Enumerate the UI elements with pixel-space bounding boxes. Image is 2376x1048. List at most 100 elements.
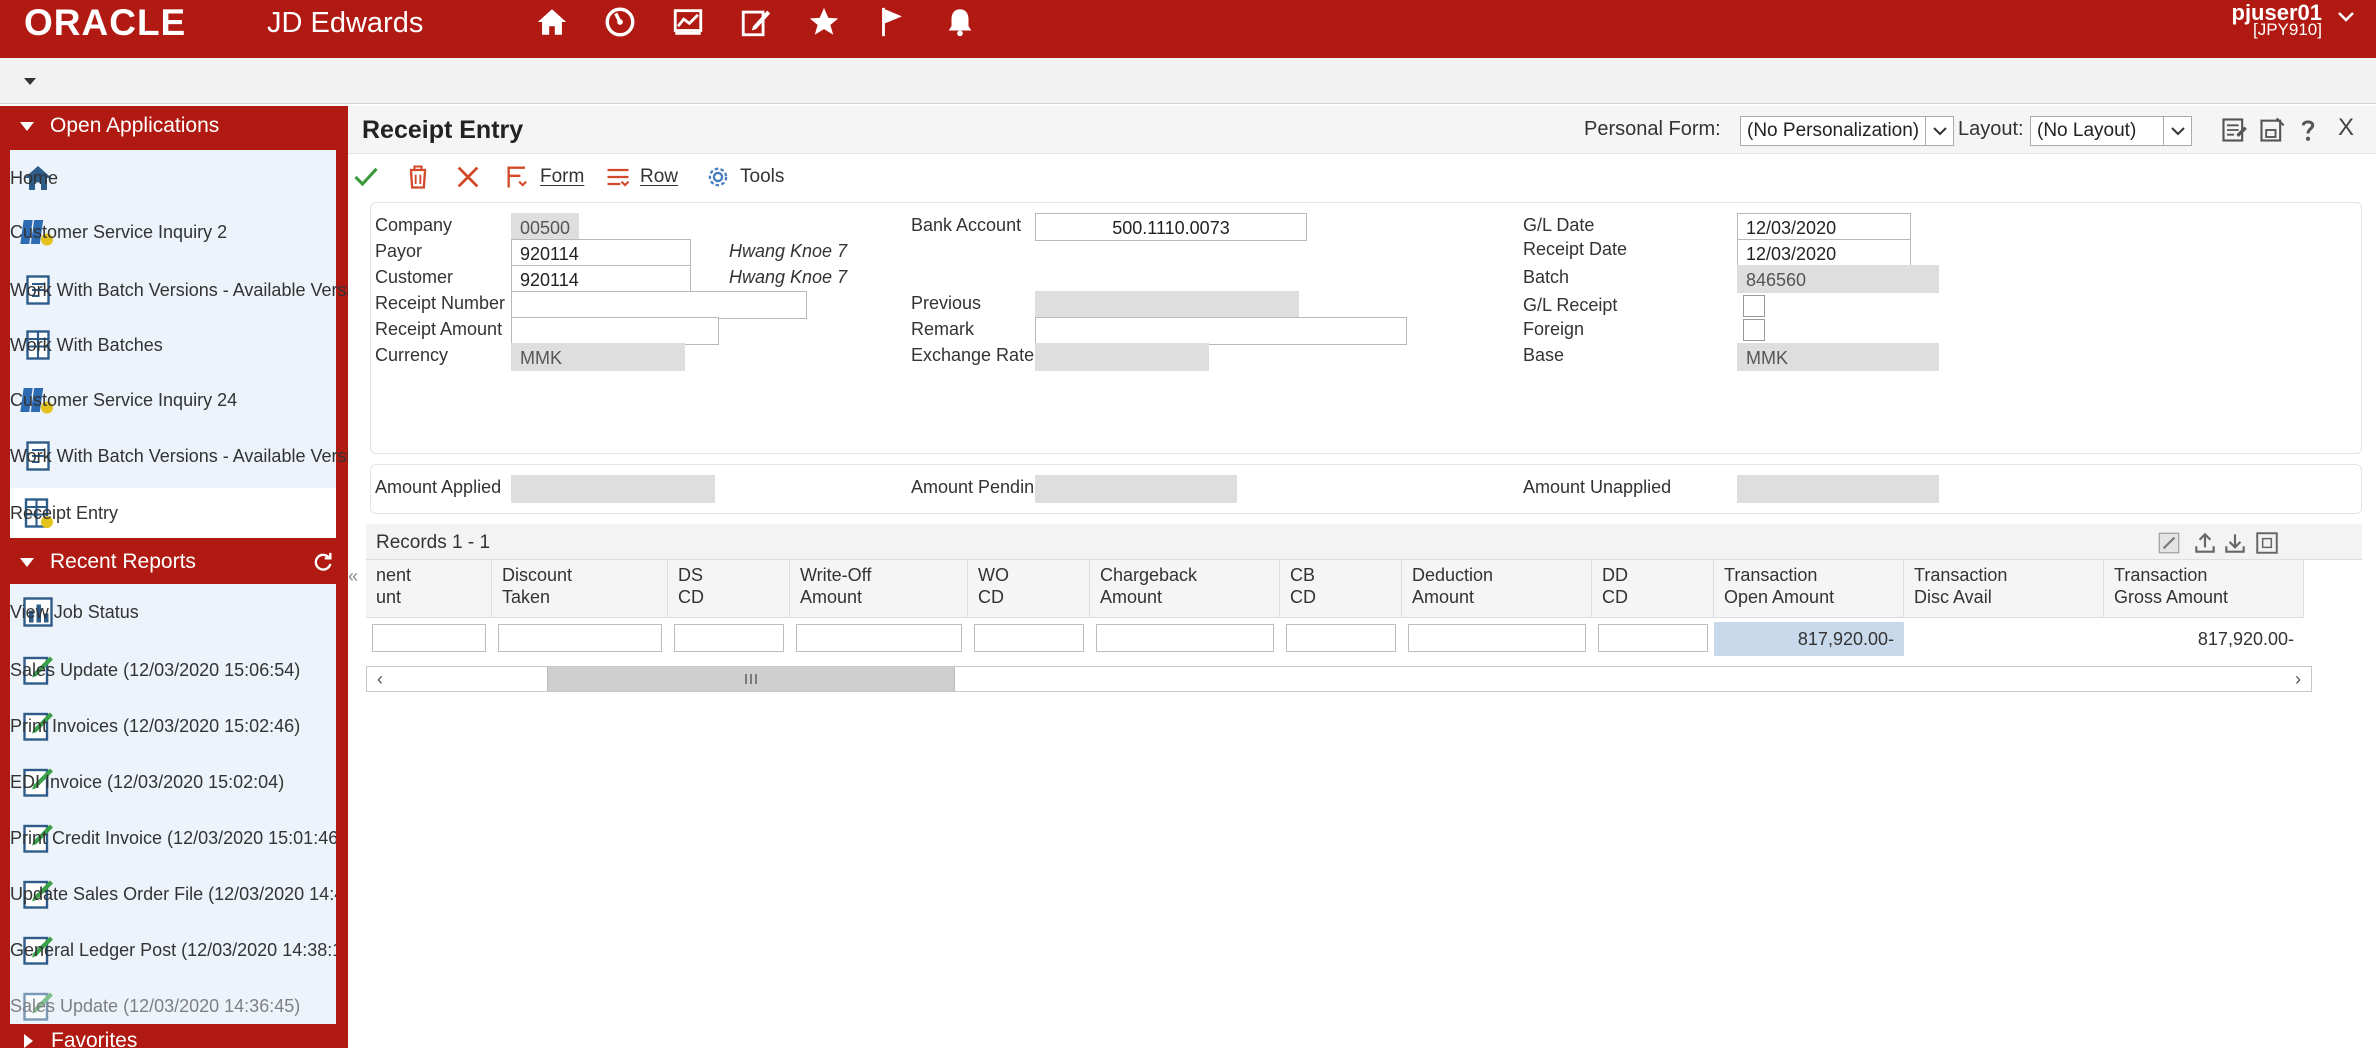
flag-icon[interactable] [858, 0, 926, 44]
star-icon[interactable] [790, 0, 858, 44]
column-header[interactable]: WO CD [968, 560, 1090, 618]
chart-icon[interactable] [654, 0, 722, 44]
home-icon[interactable] [518, 0, 586, 44]
grid-cell-deduction-amount[interactable] [1402, 622, 1592, 654]
column-header[interactable]: Write-Off Amount [790, 560, 968, 618]
column-header[interactable]: Transaction Open Amount [1714, 560, 1904, 618]
grid-personalize-icon[interactable] [2156, 530, 2182, 556]
recent-report-update-sales-order-file[interactable]: Update Sales Order File (12/03/2020 14:4… [10, 868, 336, 920]
save-form-icon[interactable] [2258, 116, 2286, 144]
foreign-checkbox[interactable] [1743, 319, 1765, 341]
recent-report-edi-invoice[interactable]: EDI Invoice (12/03/2020 15:02:04) [10, 756, 336, 808]
grid-cell-input[interactable] [974, 624, 1084, 652]
grid-cell-ds-cd[interactable] [668, 622, 790, 654]
column-header-line1: DD [1602, 565, 1628, 585]
column-header[interactable]: Transaction Disc Avail [1904, 560, 2104, 618]
grid-cell-input[interactable] [1598, 624, 1708, 652]
gl-date-field[interactable]: 12/03/2020 [1737, 213, 1911, 241]
grid-cell-input[interactable] [1408, 624, 1586, 652]
grid-cell-input[interactable] [1286, 624, 1396, 652]
column-header-line1: Transaction [1724, 565, 1818, 585]
customer-field[interactable]: 920114 [511, 265, 691, 293]
grid-cell-payment-amount[interactable] [366, 622, 492, 654]
recent-report-print-credit-invoice[interactable]: Print Credit Invoice (12/03/2020 15:01:4… [10, 812, 336, 864]
grid-cell-input[interactable] [796, 624, 962, 652]
checkmark-icon [354, 167, 378, 187]
grid-cell-write-off-amount[interactable] [790, 622, 968, 654]
scroll-left-icon[interactable]: ‹ [367, 667, 393, 691]
receipt-number-field[interactable] [511, 291, 807, 319]
bank-account-field[interactable]: 500.1110.0073 [1035, 213, 1307, 241]
bell-icon[interactable] [926, 0, 994, 44]
delete-button[interactable] [404, 162, 440, 192]
personal-form-select[interactable]: (No Personalization) [1740, 116, 1954, 146]
grid-cell-transaction-open-amount[interactable]: 817,920.00- [1714, 622, 1904, 656]
receipt-date-field[interactable]: 12/03/2020 [1737, 239, 1911, 267]
recent-report-label: General Ledger Post (12/03/2020 14:38:18… [10, 940, 336, 960]
receipt-amount-field[interactable] [511, 317, 719, 345]
row-menu[interactable]: Row [604, 162, 678, 192]
chevron-down-icon [1925, 117, 1953, 145]
grid-cell-dd-cd[interactable] [1592, 622, 1714, 654]
recent-report-view-job-status[interactable]: View Job Status [10, 590, 336, 634]
close-button[interactable]: X [2338, 114, 2354, 142]
download-icon[interactable] [2222, 530, 2248, 556]
open-app-work-with-batch-versions-28[interactable]: Work With Batch Versions - Available Ver… [10, 428, 405, 484]
recent-report-sales-update[interactable]: Sales Update (12/03/2020 15:06:54) [10, 644, 336, 696]
refresh-icon[interactable] [312, 551, 334, 573]
column-header[interactable]: Chargeback Amount [1090, 560, 1280, 618]
list-view-icon[interactable] [2220, 116, 2248, 144]
grid-cell-cb-cd[interactable] [1280, 622, 1402, 654]
ok-button[interactable] [352, 162, 388, 192]
column-header[interactable]: nent unt [366, 560, 492, 618]
amount-unapplied-field [1737, 475, 1939, 503]
upload-icon[interactable] [2192, 530, 2218, 556]
open-applications-header[interactable]: Open Applications [0, 106, 348, 146]
open-app-customer-service-inquiry-2[interactable]: Customer Service Inquiry 2 [10, 208, 336, 256]
horizontal-scrollbar[interactable]: ‹ › [366, 666, 2312, 692]
column-header[interactable]: DS CD [668, 560, 790, 618]
recent-report-sales-update-2[interactable]: Sales Update (12/03/2020 14:36:45) [10, 980, 336, 1024]
open-app-work-with-batch-versions-21[interactable]: Work With Batch Versions - Available Ver… [10, 262, 405, 318]
grid-cell-input[interactable] [674, 624, 784, 652]
expand-triangle-icon [24, 1034, 33, 1048]
collapse-triangle-icon [20, 557, 34, 567]
cancel-button[interactable] [454, 162, 490, 192]
collapse-panel-icon[interactable]: « [348, 566, 360, 626]
dashboard-icon[interactable] [586, 0, 654, 44]
grid-cell-discount-taken[interactable] [492, 622, 668, 654]
open-app-receipt-entry[interactable]: Receipt Entry [10, 488, 336, 538]
column-header[interactable]: Transaction Gross Amount [2104, 560, 2304, 618]
scrollbar-thumb[interactable] [547, 667, 955, 691]
recent-reports-header[interactable]: Recent Reports [0, 542, 348, 582]
layout-select[interactable]: (No Layout) [2030, 116, 2192, 146]
grid-cell-input[interactable] [372, 624, 486, 652]
column-header[interactable]: Deduction Amount [1402, 560, 1592, 618]
column-header[interactable]: Discount Taken [492, 560, 668, 618]
open-app-home[interactable]: Home [10, 158, 336, 198]
exchange-rate-label: Exchange Rate [911, 345, 1035, 365]
grid-cell-chargeback-amount[interactable] [1090, 622, 1280, 654]
grid-cell-input[interactable] [498, 624, 662, 652]
recent-report-general-ledger-post[interactable]: General Ledger Post (12/03/2020 14:38:18… [10, 924, 336, 976]
edit-icon[interactable] [722, 0, 790, 44]
amount-applied-label: Amount Applied [375, 477, 502, 497]
help-icon[interactable] [2294, 116, 2322, 144]
grid-cell-wo-cd[interactable] [968, 622, 1090, 654]
gl-receipt-checkbox[interactable] [1743, 295, 1765, 317]
user-menu-chevron-icon[interactable] [2338, 12, 2354, 22]
scroll-right-icon[interactable]: › [2285, 667, 2311, 691]
recent-report-print-invoices[interactable]: Print Invoices (12/03/2020 15:02:46) [10, 700, 336, 752]
maximize-icon[interactable] [2254, 530, 2280, 556]
tools-menu[interactable]: Tools [704, 162, 784, 192]
column-header[interactable]: DD CD [1592, 560, 1714, 618]
menu-caret-icon[interactable] [24, 78, 36, 85]
open-app-work-with-batches[interactable]: Work With Batches [10, 322, 336, 368]
open-app-customer-service-inquiry-24[interactable]: Customer Service Inquiry 24 [10, 376, 336, 424]
favorites-header[interactable]: Favorites [0, 1024, 348, 1048]
payor-field[interactable]: 920114 [511, 239, 691, 267]
column-header[interactable]: CB CD [1280, 560, 1402, 618]
form-menu[interactable]: Form [504, 162, 584, 192]
remark-field[interactable] [1035, 317, 1407, 345]
grid-cell-input[interactable] [1096, 624, 1274, 652]
